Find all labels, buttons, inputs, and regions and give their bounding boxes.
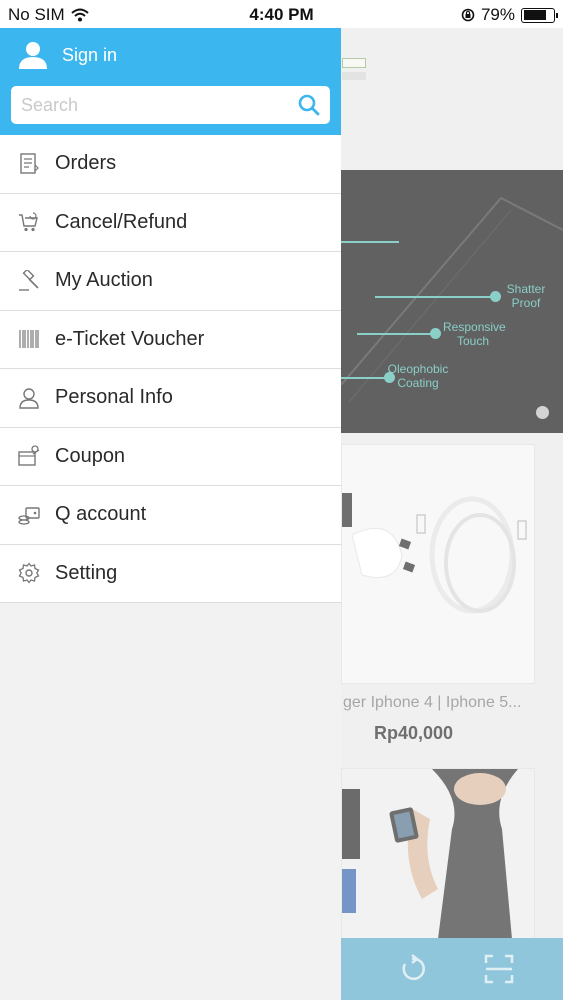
menu-item-label: My Auction (55, 269, 153, 292)
drawer-menu: Orders Cancel/Refund My Auction e-Ticket… (0, 135, 341, 603)
menu-item-cancel-refund[interactable]: Cancel/Refund (0, 193, 341, 252)
menu-item-label: Coupon (55, 444, 126, 467)
sign-in-button[interactable]: Sign in (18, 41, 117, 69)
gear-icon (18, 562, 40, 584)
gavel-icon (18, 269, 40, 292)
menu-item-q-account[interactable]: Q account (0, 486, 341, 545)
menu-item-label: Personal Info (55, 386, 173, 409)
cart-return-icon (18, 211, 40, 233)
menu-item-label: Cancel/Refund (55, 210, 188, 233)
menu-item-label: Setting (55, 561, 118, 584)
menu-item-orders[interactable]: Orders (0, 135, 341, 194)
drawer-header: Sign in (0, 28, 341, 135)
side-drawer: Sign in Orders Cancel/Refund (0, 28, 341, 1000)
coupon-icon (18, 445, 40, 467)
menu-item-setting[interactable]: Setting (0, 544, 341, 603)
orientation-lock-icon (461, 8, 475, 22)
menu-item-e-ticket-voucher[interactable]: e-Ticket Voucher (0, 310, 341, 369)
menu-item-label: Orders (55, 152, 117, 175)
search-icon[interactable] (298, 94, 320, 116)
menu-item-my-auction[interactable]: My Auction (0, 252, 341, 311)
person-icon (18, 387, 40, 409)
battery-percent: 79% (480, 5, 515, 24)
battery-fill (523, 10, 547, 20)
status-bar: No SIM 4:40 PM 79% (0, 0, 563, 28)
wallet-icon (18, 504, 40, 526)
background-overlay[interactable] (341, 28, 563, 1000)
menu-item-personal-info[interactable]: Personal Info (0, 369, 341, 428)
battery-icon (521, 7, 558, 23)
menu-item-coupon[interactable]: Coupon (0, 427, 341, 486)
orders-icon (18, 153, 40, 175)
user-icon (19, 42, 47, 69)
search-input[interactable] (21, 94, 298, 116)
menu-item-label: Q account (55, 503, 147, 526)
search-box (11, 86, 330, 124)
sign-in-label: Sign in (62, 44, 118, 65)
menu-item-label: e-Ticket Voucher (55, 327, 205, 350)
barcode-icon (18, 328, 40, 350)
status-right: 79% (461, 5, 558, 25)
